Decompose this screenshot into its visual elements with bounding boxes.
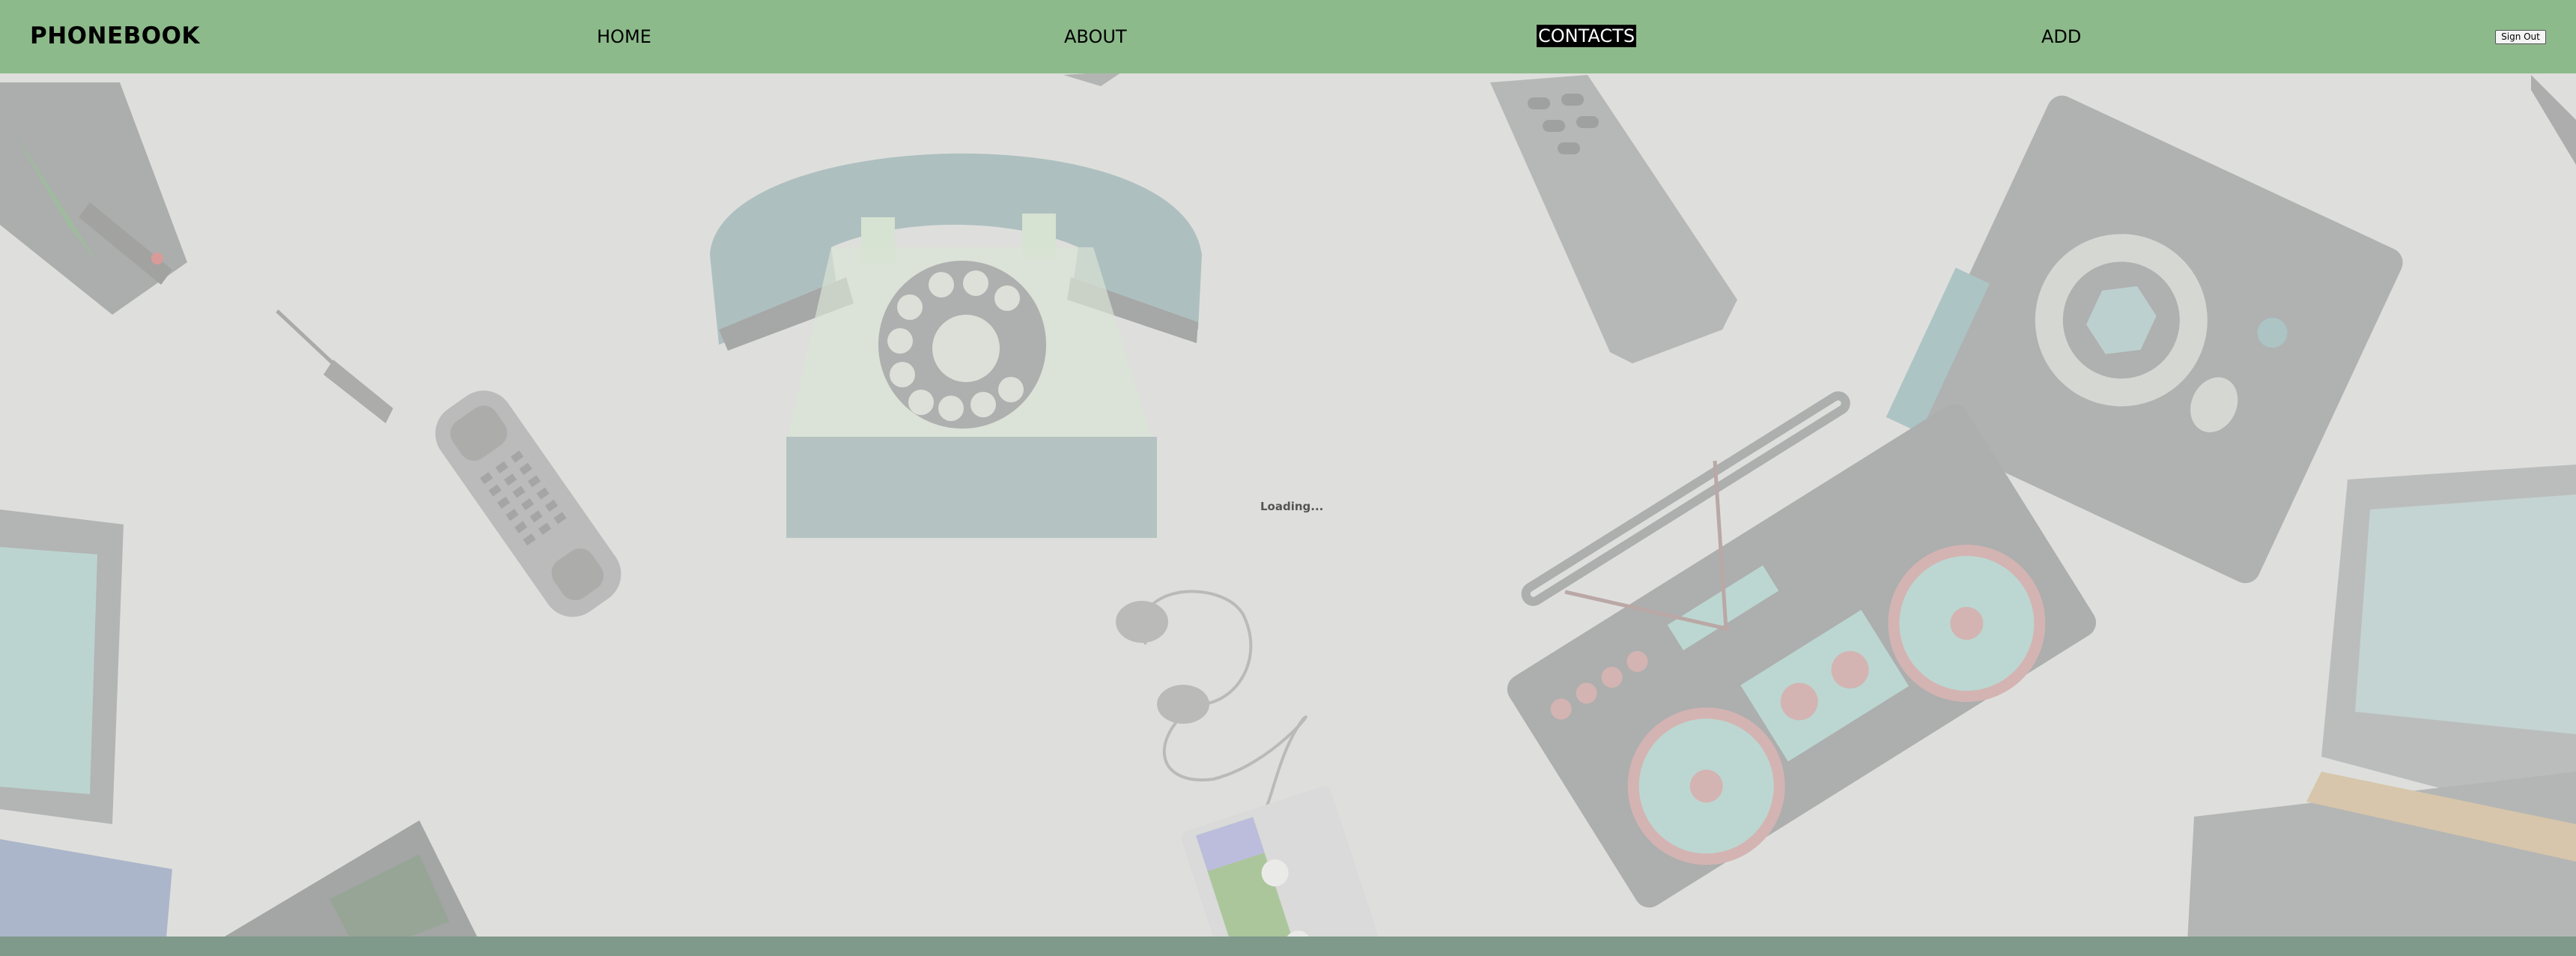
navbar: PHONEBOOK HOME ABOUT CONTACTS ADD Sign O… (0, 0, 2576, 73)
brand-logo[interactable]: PHONEBOOK (30, 22, 200, 49)
nav-home-link[interactable]: HOME (597, 25, 651, 48)
footer-strip (0, 937, 2576, 956)
nav-contacts-link[interactable]: CONTACTS (1537, 25, 1637, 47)
sign-out-button[interactable]: Sign Out (2495, 30, 2546, 44)
nav-about-link[interactable]: ABOUT (1064, 25, 1127, 48)
nav-add-link[interactable]: ADD (2041, 25, 2081, 48)
loading-indicator: Loading... (1260, 500, 1324, 513)
